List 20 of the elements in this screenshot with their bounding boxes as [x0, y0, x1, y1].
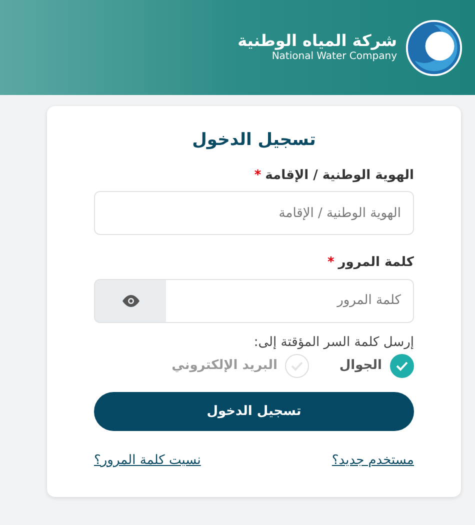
field-label: الهوية الوطنية / الإقامة — [265, 168, 414, 182]
check-icon — [291, 361, 304, 371]
required-mark: * — [327, 255, 334, 270]
radio-check[interactable] — [285, 354, 310, 378]
id-field[interactable]: الهوية الوطنية / الإقامة — [94, 191, 414, 235]
radio-option[interactable]: الجوال — [339, 354, 414, 378]
login-button[interactable]: تسجيل الدخول — [94, 392, 414, 431]
text-link[interactable]: نسيت كلمة المرور؟ — [94, 451, 201, 470]
text-link[interactable]: مستخدم جديد؟ — [332, 451, 414, 470]
logo-icon — [405, 18, 463, 76]
required-mark: * — [254, 168, 262, 182]
logo-arabic-text: شركة المياه الوطنية — [238, 31, 397, 52]
field-label: كلمة المرور — [338, 255, 414, 270]
form-title: تسجيل الدخول — [192, 129, 316, 152]
radio-check[interactable] — [390, 354, 414, 378]
radio-label: البريد الإلكتروني — [172, 357, 278, 376]
check-icon — [396, 361, 408, 371]
otp-prompt: إرسل كلمة السر المؤقتة إلى: — [252, 334, 414, 352]
logo-english-text: National Water Company — [272, 51, 397, 64]
radio-label: الجوال — [339, 357, 382, 376]
